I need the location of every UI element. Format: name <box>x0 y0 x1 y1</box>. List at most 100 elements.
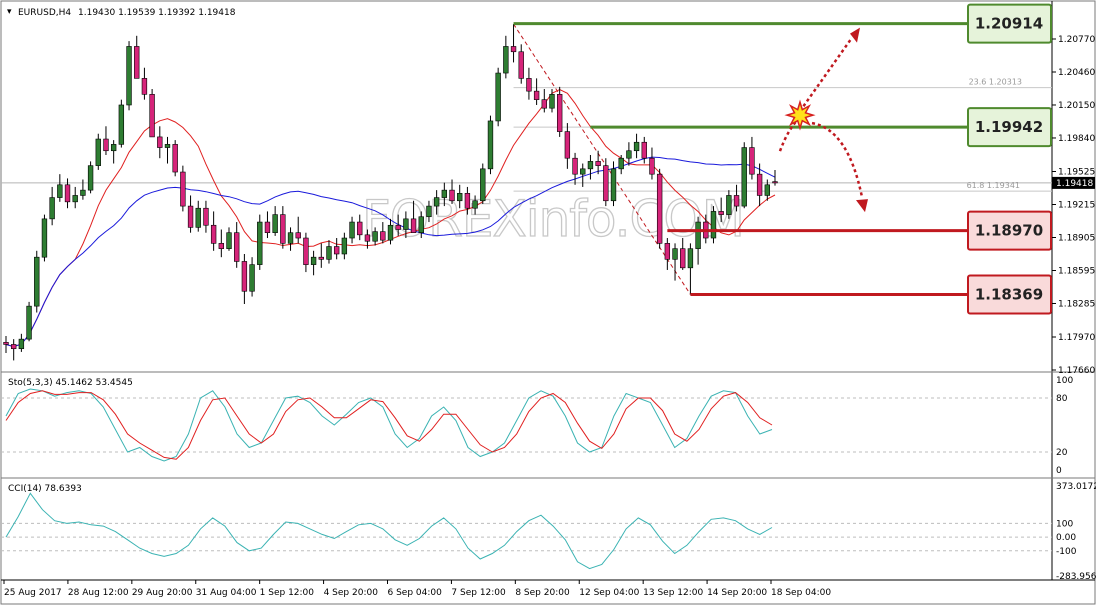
time-tick-label: 6 Sep 04:00 <box>388 588 443 598</box>
bull-candle <box>372 231 378 242</box>
bull-candle <box>34 256 40 307</box>
time-tick-label: 12 Sep 04:00 <box>579 588 639 598</box>
bull-candle <box>349 221 355 239</box>
bull-candle <box>57 184 63 198</box>
time-tick-label: 28 Aug 12:00 <box>68 588 129 598</box>
chart-canvas: FOREXinfo.COM 23.6 1.2031338.2 1.1994261… <box>0 0 1096 605</box>
stoch-tick-label: 80 <box>1056 394 1068 404</box>
bear-candle <box>733 195 740 207</box>
bear-candle <box>11 344 17 350</box>
bear-candle <box>187 205 194 228</box>
bear-candle <box>664 243 671 260</box>
bear-candle <box>410 218 417 234</box>
stoch-main-line <box>5 388 773 462</box>
bear-candle <box>656 173 663 244</box>
price-tick-label: 1.19840 <box>1058 134 1095 144</box>
axis-labels: 1.20770 1.20460 1.20150 1.19840 1.19525 1.192… <box>3 35 1095 598</box>
price-levels: 1.20914 1.19942 1.18970 1.18369 <box>513 3 1052 315</box>
cci-tick-label: -100 <box>1056 547 1077 557</box>
bull-candle <box>257 221 263 265</box>
forecast-arrows <box>778 27 868 213</box>
bear-candle <box>264 221 271 234</box>
bull-candle <box>310 256 317 265</box>
symbol-dropdown-icon[interactable]: ▾ <box>7 7 12 17</box>
bull-candle <box>164 144 171 148</box>
bear-candle <box>464 193 471 209</box>
bear-candle <box>218 243 225 249</box>
bear-candle <box>303 237 309 265</box>
bull-candle <box>49 197 55 220</box>
bull-candle <box>418 216 424 234</box>
bull-candle <box>272 214 278 234</box>
bear-candle <box>280 214 286 244</box>
bull-candle <box>633 141 640 152</box>
bull-candle <box>495 72 501 122</box>
bear-candle <box>533 90 540 100</box>
bear-candle <box>380 231 386 241</box>
bear-candle <box>203 207 209 226</box>
bull-candle <box>87 165 94 191</box>
bull-candle <box>587 161 594 170</box>
price-tick-label: 1.18285 <box>1058 299 1095 309</box>
bull-candle <box>687 248 694 269</box>
level-value-support-2: 1.18369 <box>975 286 1043 304</box>
bear-candle <box>641 141 647 159</box>
fibonacci-level-label: 23.6 1.20313 <box>969 78 1022 87</box>
bull-candle <box>472 200 478 209</box>
bull-candle <box>326 246 332 260</box>
ohlc-readout: 1.19430 1.19539 1.19392 1.19418 <box>78 8 236 18</box>
breakout-burst-icon <box>784 99 816 131</box>
bear-candle <box>395 224 401 230</box>
cci-line <box>5 492 773 570</box>
arrow-down-path <box>811 121 864 198</box>
bear-candle <box>564 131 571 159</box>
price-tick-label: 1.17970 <box>1058 333 1095 343</box>
bull-candle <box>695 221 701 249</box>
level-value-resistance-2: 1.20914 <box>975 15 1043 33</box>
bear-candle <box>449 189 455 202</box>
bear-candle <box>103 138 109 152</box>
bear-candle <box>510 46 517 53</box>
bear-candle <box>149 94 155 138</box>
level-value-resistance-1: 1.19942 <box>975 118 1043 136</box>
bull-candle <box>710 211 717 239</box>
bear-candle <box>603 165 609 202</box>
time-tick-label: 14 Sep 20:00 <box>707 588 767 598</box>
arrow-up-start <box>778 116 801 152</box>
bull-candle <box>287 232 294 244</box>
oscillators: 100 80 20 0 373.0172 100 0.00 -100 -283.9561 <box>1 376 1096 582</box>
bear-candle <box>210 224 217 244</box>
stoch-tick-label: 0 <box>1056 466 1062 476</box>
price-tick-label: 1.20460 <box>1058 68 1095 78</box>
price-tick-label: 1.19525 <box>1058 168 1095 178</box>
bull-candle <box>480 168 486 202</box>
bull-candle <box>195 207 201 228</box>
time-tick-label: 18 Sep 04:00 <box>771 588 831 598</box>
bull-candle <box>18 338 25 350</box>
cci-tick-label: 0.00 <box>1056 533 1076 543</box>
time-tick-label: 29 Aug 20:00 <box>132 588 193 598</box>
cci-tick-label: -283.9561 <box>1056 572 1096 582</box>
time-tick-label: 25 Aug 2017 <box>4 588 62 598</box>
bull-candle <box>441 189 448 198</box>
bull-candle <box>26 305 32 340</box>
bull-candle <box>118 104 125 145</box>
time-tick-label: 7 Sep 12:00 <box>451 588 506 598</box>
bear-candle <box>718 211 724 215</box>
bear-candle <box>241 261 248 292</box>
bull-candle <box>249 264 255 292</box>
bull-candle <box>626 150 632 159</box>
bear-candle <box>141 78 148 95</box>
cci-tick-label: 373.0172 <box>1056 482 1096 492</box>
bull-candle <box>764 184 770 196</box>
bear-candle <box>64 184 71 203</box>
bear-candle <box>526 78 532 92</box>
bull-candle <box>226 232 232 249</box>
bull-candle <box>726 195 732 215</box>
price-tick-label: 1.17660 <box>1058 366 1095 376</box>
time-tick-label: 8 Sep 20:00 <box>515 588 570 598</box>
bull-candle <box>41 218 48 258</box>
bull-candle <box>580 168 586 175</box>
time-tick-label: 1 Sep 12:00 <box>260 588 315 598</box>
bear-candle <box>364 234 371 242</box>
